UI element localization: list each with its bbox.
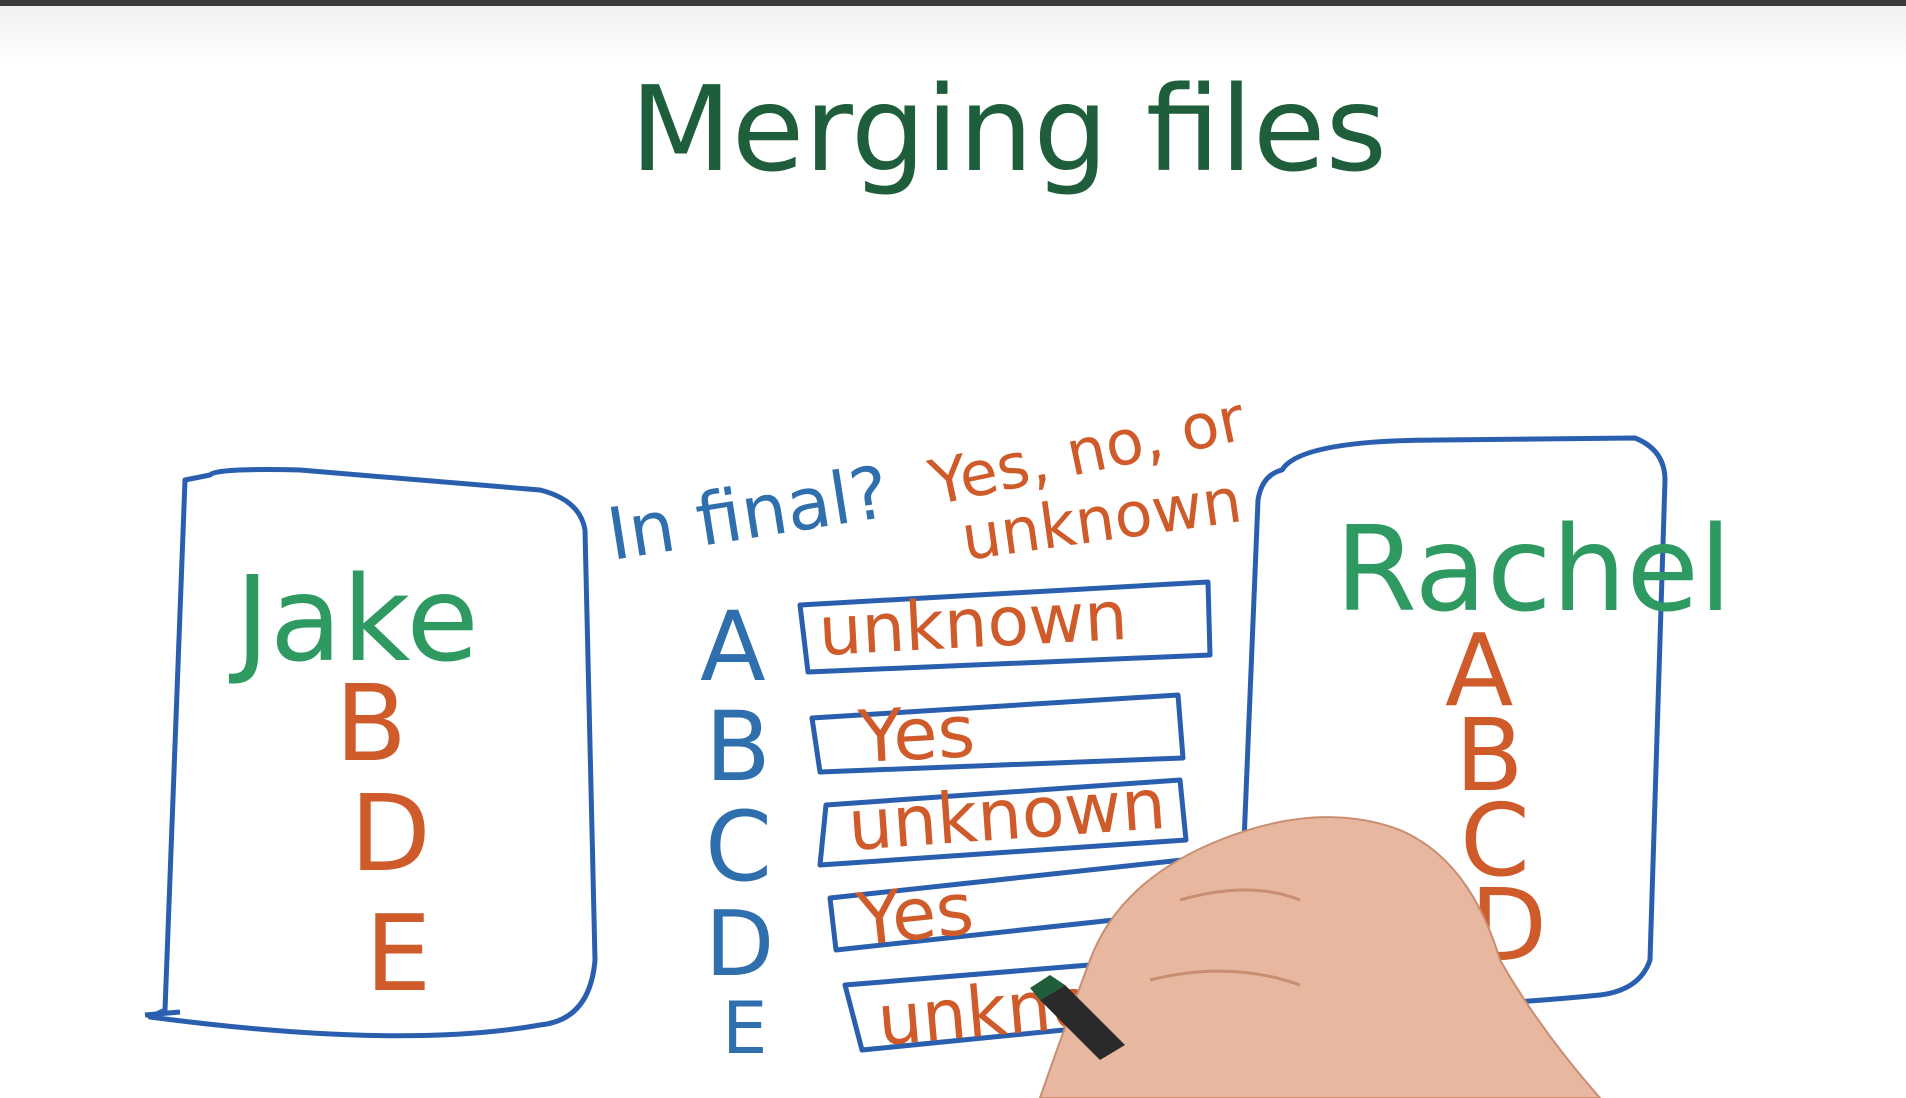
question-prefix: In final? — [602, 450, 895, 577]
row-letter-c: C — [705, 791, 772, 903]
page-title: Merging files — [630, 60, 1387, 198]
jake-file-d: D — [350, 773, 431, 895]
jake-file-e: E — [365, 893, 431, 1015]
answer-c: unknown — [845, 763, 1168, 867]
row-letter-d: D — [705, 892, 774, 997]
answer-b: Yes — [855, 689, 976, 779]
answer-a: unknown — [817, 577, 1130, 672]
row-letter-a: A — [700, 591, 766, 703]
rachel-name: Rachel — [1335, 500, 1732, 638]
jake-box-tail — [144, 1009, 181, 1018]
jake-file-b: B — [335, 663, 407, 785]
row-letter-b: B — [705, 691, 771, 803]
whiteboard: Merging files In final? Yes, no, or unkn… — [144, 60, 1732, 1098]
row-letter-e: E — [722, 986, 768, 1070]
answer-d: Yes — [852, 866, 977, 962]
